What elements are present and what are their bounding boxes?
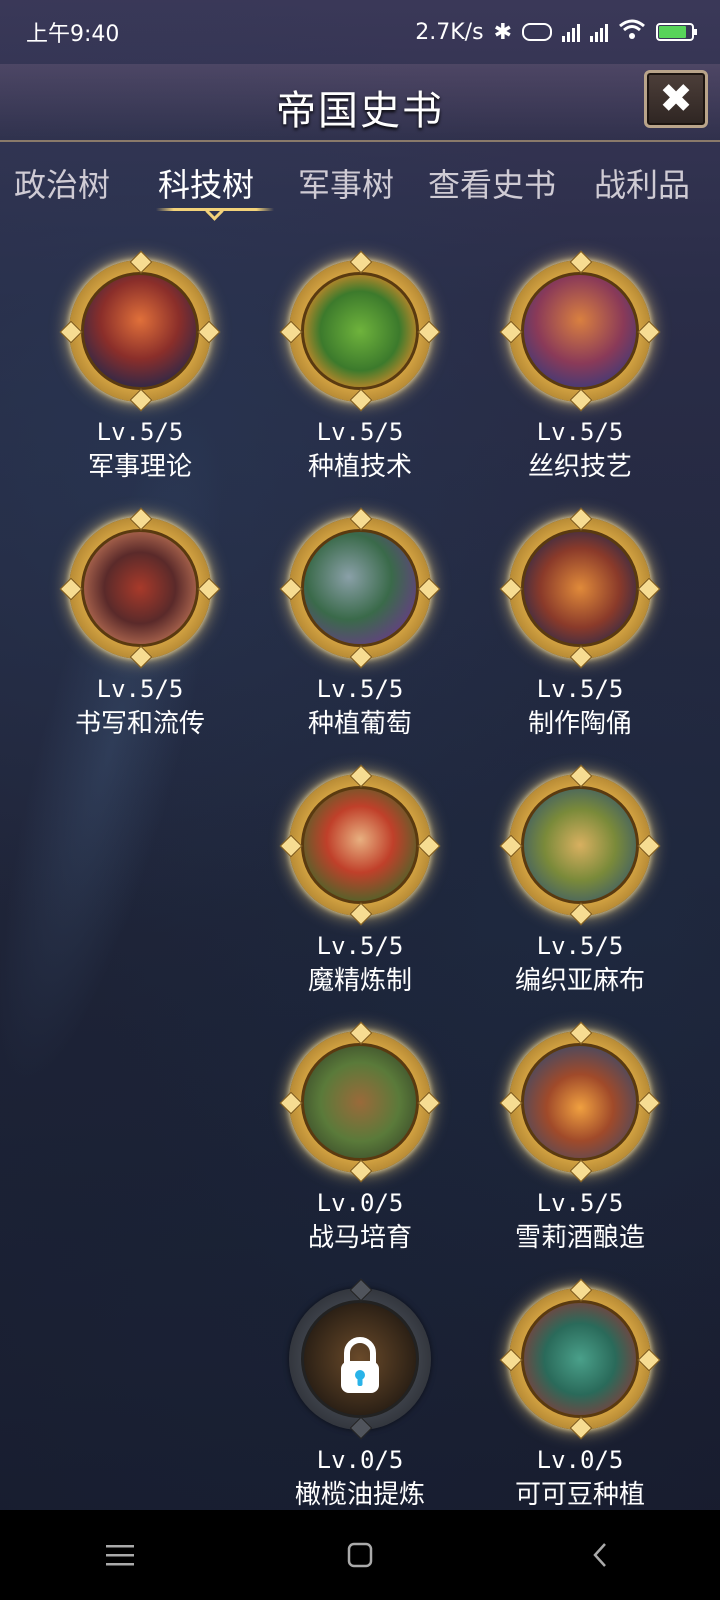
node-level: Lv.5/5 <box>536 675 624 703</box>
tech-node-grape-planting[interactable]: Lv.5/5 种植葡萄 <box>260 517 460 747</box>
tech-node-magic-refining[interactable]: Lv.5/5 魔精炼制 <box>260 774 460 1004</box>
node-level: Lv.5/5 <box>96 418 184 446</box>
tab-bar: 政治树 科技树 军事树 查看史书 战利品 <box>0 150 720 220</box>
tab-trophies[interactable]: 战利品 <box>594 160 690 206</box>
menu-icon <box>106 1545 134 1566</box>
active-tab-indicator <box>156 208 274 211</box>
back-icon <box>593 1543 606 1567</box>
tech-node-planting[interactable]: Lv.5/5 种植技术 <box>260 260 460 490</box>
tab-military[interactable]: 军事树 <box>298 160 394 206</box>
node-name: 书写和流传 <box>74 709 205 739</box>
close-button[interactable]: ✖ <box>644 70 708 128</box>
tech-node-linen[interactable]: Lv.5/5 编织亚麻布 <box>480 774 680 1004</box>
wifi-icon <box>618 18 646 46</box>
wine-jar-icon <box>521 1043 639 1161</box>
node-name: 种植葡萄 <box>307 709 412 739</box>
tab-politics[interactable]: 政治树 <box>14 160 110 206</box>
status-icons: 2.7K/s ✱ <box>415 18 697 46</box>
node-name: 橄榄油提炼 <box>294 1480 425 1510</box>
node-name: 制作陶俑 <box>527 709 632 739</box>
tab-technology[interactable]: 科技树 <box>158 160 254 206</box>
back-button[interactable] <box>570 1525 630 1585</box>
signal-icon-2 <box>590 22 608 42</box>
battery-icon <box>656 23 697 41</box>
close-icon: ✖ <box>659 76 693 122</box>
node-name: 战马培育 <box>307 1223 412 1253</box>
terracotta-figure-icon <box>521 529 639 647</box>
node-level: Lv.5/5 <box>316 932 404 960</box>
menu-button[interactable] <box>90 1525 150 1585</box>
node-level: Lv.5/5 <box>316 675 404 703</box>
bluetooth-icon: ✱ <box>493 19 512 45</box>
tech-node-cocoa[interactable]: Lv.0/5 可可豆种植 <box>480 1288 680 1518</box>
node-name: 丝织技艺 <box>527 452 632 482</box>
tech-node-military-theory[interactable]: Lv.5/5 军事理论 <box>40 260 240 490</box>
node-level: Lv.0/5 <box>316 1446 404 1474</box>
system-nav-bar <box>0 1510 720 1600</box>
weaving-house-icon <box>521 272 639 390</box>
node-level: Lv.5/5 <box>96 675 184 703</box>
node-level: Lv.0/5 <box>316 1189 404 1217</box>
net-speed: 2.7K/s <box>415 19 484 45</box>
lock-icon <box>341 1337 379 1393</box>
home-button[interactable] <box>330 1525 390 1585</box>
tech-node-writing[interactable]: Lv.5/5 书写和流传 <box>40 517 240 747</box>
node-name: 编织亚麻布 <box>514 966 645 996</box>
tech-node-terracotta[interactable]: Lv.5/5 制作陶俑 <box>480 517 680 747</box>
knight-on-horse-icon <box>81 272 199 390</box>
signal-icon <box>562 22 580 42</box>
node-name: 军事理论 <box>87 452 192 482</box>
node-level: Lv.5/5 <box>316 418 404 446</box>
node-level: Lv.5/5 <box>536 932 624 960</box>
home-icon <box>347 1542 373 1568</box>
hd-icon <box>522 23 552 41</box>
alchemist-woman-icon <box>301 786 419 904</box>
stone-head-icon <box>521 1300 639 1418</box>
cavalry-battle-icon <box>301 1043 419 1161</box>
node-level: Lv.5/5 <box>536 418 624 446</box>
tab-view-history[interactable]: 查看史书 <box>428 160 556 206</box>
node-level: Lv.5/5 <box>536 1189 624 1217</box>
tech-node-olive-oil[interactable]: Lv.0/5 橄榄油提炼 <box>260 1288 460 1518</box>
node-name: 雪莉酒酿造 <box>514 1223 645 1253</box>
page-title: 帝国史书 <box>276 88 444 134</box>
linen-path-icon <box>521 786 639 904</box>
tech-node-silk-weaving[interactable]: Lv.5/5 丝织技艺 <box>480 260 680 490</box>
farmland-icon <box>301 272 419 390</box>
vineyard-ruin-icon <box>301 529 419 647</box>
node-name: 可可豆种植 <box>514 1480 645 1510</box>
status-bar: 上午9:40 2.7K/s ✱ <box>0 0 720 64</box>
header: 帝国史书 ✖ <box>0 64 720 142</box>
warrior-statue-icon <box>81 529 199 647</box>
node-name: 魔精炼制 <box>307 966 412 996</box>
node-level: Lv.0/5 <box>536 1446 624 1474</box>
tech-node-warhorse[interactable]: Lv.0/5 战马培育 <box>260 1031 460 1261</box>
tech-node-sherry[interactable]: Lv.5/5 雪莉酒酿造 <box>480 1031 680 1261</box>
node-name: 种植技术 <box>307 452 412 482</box>
status-time: 上午9:40 <box>26 22 120 47</box>
